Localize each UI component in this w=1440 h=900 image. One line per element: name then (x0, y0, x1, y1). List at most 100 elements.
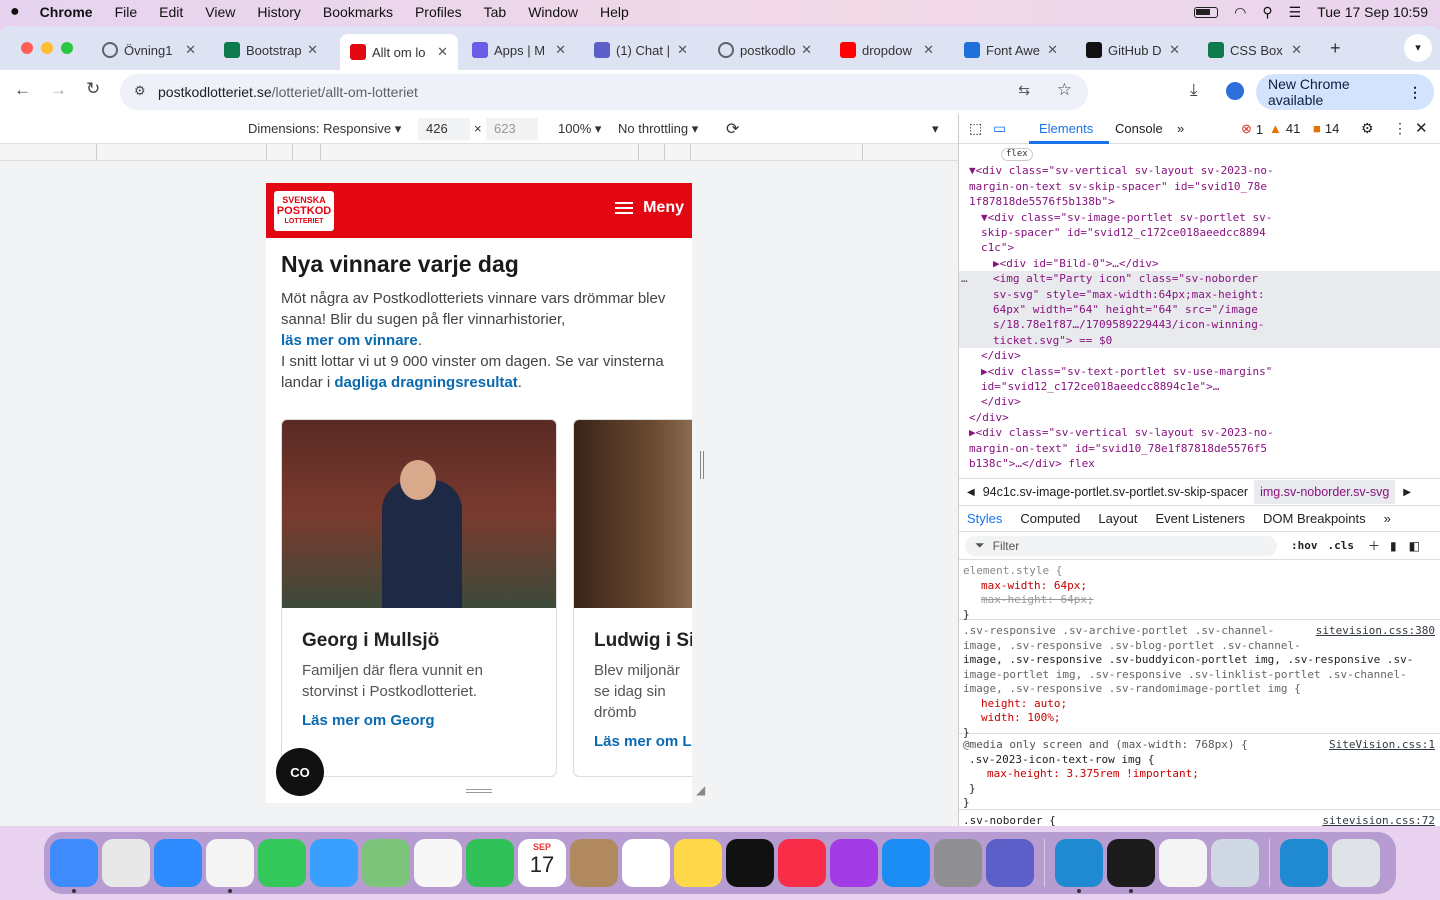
new-tab-button[interactable]: + (1330, 38, 1341, 59)
style-property-overridden[interactable]: max-height: 64px; (963, 593, 1437, 608)
battery-icon[interactable] (1194, 6, 1219, 18)
dom-node-line[interactable]: c1c"> (981, 240, 1014, 255)
rotate-icon[interactable]: ⟳ (726, 119, 739, 139)
more-style-tabs-icon[interactable]: » (1384, 511, 1391, 526)
settings-icon[interactable] (934, 839, 982, 887)
postkodlotteriet-logo[interactable]: SVENSKA POSTKOD LOTTERIET (274, 191, 334, 231)
menu-tab[interactable]: Tab (484, 4, 507, 20)
dom-node-line[interactable]: 1f87818de5576f5b138b"> (969, 194, 1115, 209)
height-input[interactable]: 623 (486, 118, 538, 140)
hov-toggle[interactable]: :hov (1291, 539, 1318, 552)
dom-node-line[interactable]: </div> (981, 348, 1021, 363)
wifi-icon[interactable]: ◠ (1234, 4, 1246, 21)
tab-layout[interactable]: Layout (1098, 511, 1137, 526)
menu-button[interactable]: Meny (615, 199, 684, 217)
browser-tab[interactable]: Övning1 ✕ (92, 34, 206, 66)
styles-filter-input[interactable]: ⏷ Filter (965, 535, 1277, 556)
dom-node-line[interactable]: margin-on-text sv-skip-spacer" id="svid1… (969, 179, 1267, 194)
reminders-icon[interactable] (622, 839, 670, 887)
winners-link[interactable]: läs mer om vinnare (281, 332, 418, 349)
tab-elements[interactable]: Elements (1039, 121, 1093, 136)
dom-node-line[interactable]: s/18.78e1f87…/1709589229443/icon-winning… (993, 317, 1265, 332)
breadcrumb-item-selected[interactable]: img.sv-noborder.sv-svg (1254, 480, 1396, 504)
minimize-window-button[interactable] (41, 42, 53, 54)
maps-icon[interactable] (362, 839, 410, 887)
device-toggle-icon[interactable]: ▭ (993, 120, 1006, 137)
vscode-icon[interactable] (1055, 839, 1103, 893)
launchpad-icon[interactable] (102, 839, 150, 887)
close-tab-icon[interactable]: ✕ (1291, 42, 1302, 58)
music-icon[interactable] (778, 839, 826, 887)
dom-node-line[interactable]: ticket.svg"> == $0 (993, 333, 1112, 348)
apple-icon[interactable]: ● (10, 3, 20, 21)
more-tabs-icon[interactable]: » (1177, 121, 1184, 136)
tab-search-button[interactable]: ▾ (1404, 34, 1432, 62)
close-window-button[interactable] (21, 42, 33, 54)
menu-bookmarks[interactable]: Bookmarks (323, 4, 393, 20)
node-actions-icon[interactable]: … (961, 271, 968, 286)
browser-tab[interactable]: GitHub D ✕ (1076, 34, 1190, 66)
menu-help[interactable]: Help (600, 4, 629, 20)
settings-gear-icon[interactable]: ⚙ (1361, 120, 1374, 137)
styles-pane[interactable]: element.style { max-width: 64px; max-hei… (959, 560, 1440, 826)
close-tab-icon[interactable]: ✕ (923, 42, 934, 58)
dom-node-line[interactable]: 64px" width="64" height="64" src="/image (993, 302, 1258, 317)
downloads-icon[interactable]: ⤓ (1190, 80, 1198, 100)
close-tab-icon[interactable]: ✕ (185, 42, 196, 58)
dom-node-line[interactable]: ▶<div class="sv-text-portlet sv-use-marg… (981, 364, 1272, 379)
flex-badge[interactable]: flex (1001, 148, 1033, 161)
close-tab-icon[interactable]: ✕ (677, 42, 688, 58)
dom-node-line[interactable]: id="svid12_c172ce018aeedcc8894c1e">… (981, 379, 1219, 394)
teams-icon[interactable] (986, 839, 1034, 887)
notes-icon[interactable] (674, 839, 722, 887)
style-property[interactable]: max-height: 3.375rem !important; (963, 767, 1437, 782)
profile-avatar[interactable] (1226, 82, 1244, 100)
menu-window[interactable]: Window (528, 4, 578, 20)
dom-tree[interactable]: flex ▼<div class="sv-vertical sv-layout s… (959, 144, 1440, 478)
issues-count[interactable]: ■ 14 (1313, 121, 1339, 136)
browser-tab[interactable]: dropdow ✕ (830, 34, 944, 66)
toggle-sidebar-icon[interactable]: ◧ (1409, 539, 1420, 553)
finder-icon[interactable] (50, 839, 98, 893)
width-input[interactable]: 426 (418, 118, 470, 140)
preview-icon[interactable] (1211, 839, 1259, 887)
cookie-consent-button[interactable]: CO (276, 748, 324, 796)
vscode-icon[interactable] (1280, 839, 1328, 887)
menu-view[interactable]: View (205, 4, 235, 20)
read-more-link[interactable]: Läs mer om Lu (594, 733, 692, 750)
tab-event-listeners[interactable]: Event Listeners (1155, 511, 1245, 526)
style-property[interactable]: width: 100%; (963, 711, 1437, 726)
dimensions-select[interactable]: Dimensions: Responsive ▾ (248, 121, 401, 137)
menu-history[interactable]: History (257, 4, 301, 20)
close-tab-icon[interactable]: ✕ (801, 42, 812, 58)
draw-results-link[interactable]: dagliga dragningsresultat (334, 374, 517, 391)
dom-node-line[interactable]: b138c">…</div> flex (969, 456, 1095, 471)
close-tab-icon[interactable]: ✕ (307, 42, 318, 58)
tab-dom-breakpoints[interactable]: DOM Breakpoints (1263, 511, 1366, 526)
browser-tab[interactable]: Bootstrap ✕ (214, 34, 328, 66)
podcasts-icon[interactable] (830, 839, 878, 887)
dom-node-line[interactable]: skip-spacer" id="svid12_c172ce018aeedcc8… (981, 225, 1266, 240)
safari-icon[interactable] (154, 839, 202, 887)
error-count[interactable]: ⊗ 1 (1241, 121, 1263, 137)
dom-node-line[interactable]: ▶<div class="sv-vertical sv-layout sv-20… (969, 425, 1274, 440)
device-options-icon[interactable]: ▾ (932, 121, 939, 137)
dom-node-line[interactable]: ▼<div class="sv-vertical sv-layout sv-20… (969, 163, 1274, 178)
paint-icon[interactable]: ▮ (1390, 539, 1397, 553)
close-tab-icon[interactable]: ✕ (437, 44, 448, 60)
new-style-rule-icon[interactable]: ＋ (1368, 537, 1380, 554)
dom-node-line[interactable]: ▼<div class="sv-image-portlet sv-portlet… (981, 210, 1272, 225)
messages-icon[interactable] (258, 839, 306, 887)
appletv-icon[interactable] (726, 839, 774, 887)
browser-tab[interactable]: Apps | M ✕ (462, 34, 576, 66)
inspect-element-icon[interactable]: ⬚ (969, 120, 982, 137)
bottom-resize-handle[interactable] (466, 789, 492, 793)
menu-file[interactable]: File (115, 4, 138, 20)
rule-source-link[interactable]: sitevision.css:380 (1316, 624, 1435, 639)
media-query-ruler[interactable] (0, 144, 958, 161)
site-info-icon[interactable]: ⚙ (134, 83, 146, 99)
rule-source-link[interactable]: sitevision.css:72 (1322, 814, 1435, 826)
close-devtools-icon[interactable]: ✕ (1415, 119, 1428, 137)
dom-node-line[interactable]: </div> (981, 394, 1021, 409)
breadcrumb-scroll-right-icon[interactable]: ▶ (1403, 487, 1411, 498)
